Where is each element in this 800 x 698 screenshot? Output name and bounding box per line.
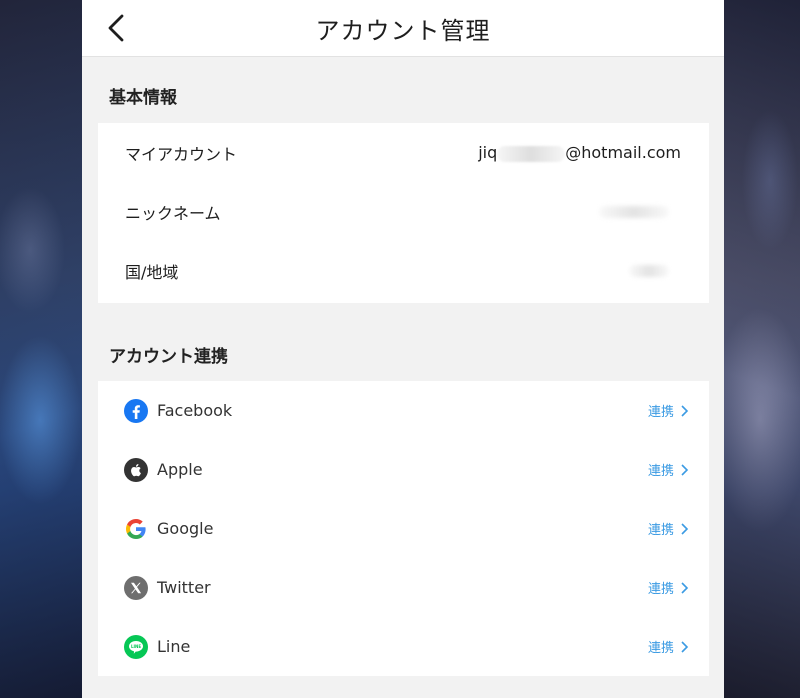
link-label: Twitter	[157, 578, 211, 597]
link-google-button[interactable]: 連携	[648, 519, 689, 538]
account-management-panel: アカウント管理 基本情報 マイアカウント jiq @hotmail.com ニック…	[82, 0, 724, 698]
link-action-label: 連携	[647, 523, 674, 538]
background-artwork-left	[0, 0, 82, 698]
redacted-country	[629, 264, 669, 277]
background-artwork-right	[724, 0, 800, 698]
link-action-label: 連携	[647, 582, 674, 597]
header: アカウント管理	[82, 0, 724, 57]
account-linking-card: Facebook 連携 Apple 連携 Google 連携 Twitter 連…	[98, 381, 709, 676]
chevron-right-icon	[681, 522, 689, 535]
row-label: マイアカウント	[125, 144, 238, 164]
link-label: Facebook	[157, 401, 233, 420]
svg-text:LINE: LINE	[131, 643, 141, 648]
link-action-label: 連携	[647, 405, 674, 420]
section-title-account-linking: アカウント連携	[109, 347, 228, 367]
email-prefix: jiq	[478, 143, 498, 162]
chevron-right-icon	[681, 404, 689, 417]
section-title-basic-info: 基本情報	[109, 88, 177, 108]
chevron-right-icon	[681, 640, 689, 653]
link-action-label: 連携	[647, 641, 674, 656]
row-my-account[interactable]: マイアカウント jiq @hotmail.com	[98, 123, 709, 182]
chevron-right-icon	[681, 581, 689, 594]
account-email: jiq @hotmail.com	[478, 143, 681, 162]
link-action-label: 連携	[647, 464, 674, 479]
row-country-region[interactable]: 国/地域	[98, 241, 709, 300]
row-label: ニックネーム	[125, 203, 221, 223]
link-label: Apple	[157, 460, 203, 479]
link-row-google[interactable]: Google 連携	[98, 499, 709, 558]
link-label: Google	[157, 519, 214, 538]
x-icon	[124, 575, 148, 600]
link-row-apple[interactable]: Apple 連携	[98, 440, 709, 499]
redacted-email-part	[497, 145, 566, 162]
link-facebook-button[interactable]: 連携	[648, 401, 689, 420]
row-nickname[interactable]: ニックネーム	[98, 182, 709, 241]
link-row-line[interactable]: LINE Line 連携	[98, 617, 709, 676]
apple-icon	[124, 457, 148, 482]
link-apple-button[interactable]: 連携	[648, 460, 689, 479]
link-twitter-button[interactable]: 連携	[648, 578, 689, 597]
link-row-twitter[interactable]: Twitter 連携	[98, 558, 709, 617]
line-icon: LINE	[124, 634, 148, 659]
link-label: Line	[157, 637, 191, 656]
link-row-facebook[interactable]: Facebook 連携	[98, 381, 709, 440]
redacted-nickname	[599, 205, 669, 218]
chevron-right-icon	[681, 463, 689, 476]
facebook-icon	[124, 398, 148, 423]
basic-info-card: マイアカウント jiq @hotmail.com ニックネーム 国/地域	[98, 123, 709, 303]
email-suffix: @hotmail.com	[565, 143, 681, 162]
row-label: 国/地域	[125, 262, 179, 282]
link-line-button[interactable]: 連携	[648, 637, 689, 656]
google-icon	[126, 518, 146, 539]
page-title: アカウント管理	[315, 17, 491, 45]
